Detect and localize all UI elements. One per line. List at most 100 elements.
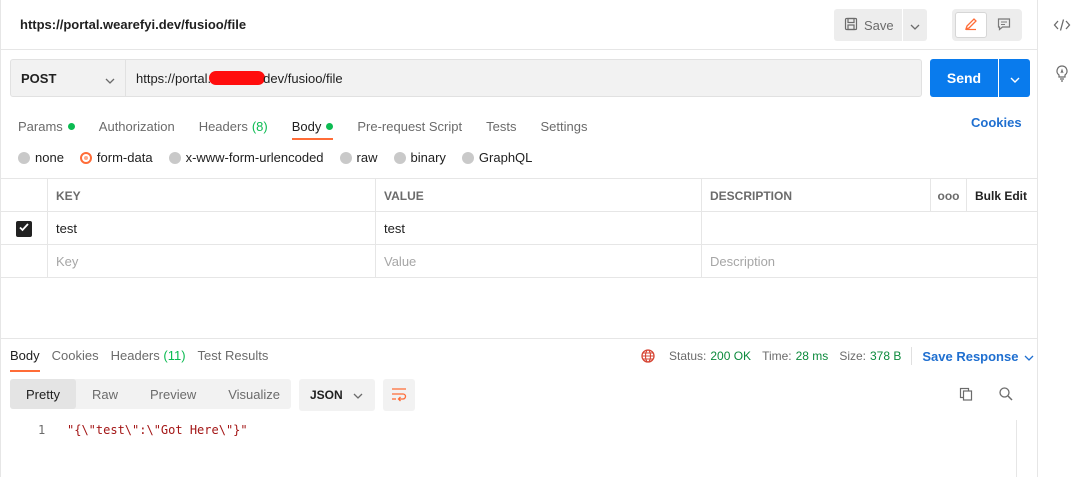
table-header-row: KEY VALUE DESCRIPTION ooo Bulk Edit <box>1 179 1037 212</box>
status-label: Status: <box>669 349 707 363</box>
radio-circle <box>393 151 406 164</box>
method-label: POST <box>21 70 57 86</box>
format-select[interactable]: JSON <box>299 379 375 411</box>
divider <box>911 347 913 365</box>
tab-settings[interactable]: Settings <box>540 114 587 138</box>
row-checkbox-cell <box>1 212 47 245</box>
response-tab-body[interactable]: Body <box>10 348 40 372</box>
column-header-description: DESCRIPTION <box>701 179 930 212</box>
response-tab-test-results[interactable]: Test Results <box>198 348 269 363</box>
response-tab-cookies[interactable]: Cookies <box>52 348 99 363</box>
radio-circle <box>461 151 474 164</box>
save-button[interactable]: Save <box>834 9 902 41</box>
copy-icon <box>958 386 974 405</box>
chevron-down-icon <box>353 388 363 402</box>
radio-label: raw <box>356 150 378 165</box>
description-cell[interactable] <box>701 212 1037 245</box>
comments-mode-button[interactable] <box>989 12 1019 38</box>
save-icon <box>844 17 858 34</box>
status-dot <box>67 122 75 130</box>
form-data-table: KEY VALUE DESCRIPTION ooo Bulk Edit test… <box>1 178 1037 278</box>
table-row-empty: Key Value Description <box>1 245 1037 278</box>
tab-prerequest-label: Pre-request Script <box>357 118 463 134</box>
tab-settings-label: Settings <box>540 118 588 134</box>
chevron-down-icon <box>1010 71 1020 86</box>
right-sidebar <box>1037 0 1085 477</box>
url-suffix: dev/fusioo/file <box>263 70 343 86</box>
wrap-lines-button[interactable] <box>383 379 415 411</box>
globe-icon[interactable] <box>640 348 656 364</box>
status-value: 200 OK <box>710 349 752 363</box>
row-checkbox[interactable] <box>16 220 32 237</box>
save-options-button[interactable] <box>903 9 927 41</box>
copy-button[interactable] <box>956 385 976 405</box>
time-value: 28 ms <box>795 349 829 363</box>
tab-authorization[interactable]: Authorization <box>99 114 175 138</box>
edit-mode-button[interactable] <box>955 12 987 38</box>
save-label: Save <box>864 17 894 33</box>
value-input[interactable]: Value <box>375 245 701 278</box>
method-select[interactable]: POST <box>10 59 126 97</box>
row-checkbox-cell <box>1 245 47 278</box>
radio-binary[interactable]: binary <box>393 150 446 165</box>
response-view-tabs: Pretty Raw Preview Visualize <box>10 379 291 409</box>
radio-graphql[interactable]: GraphQL <box>461 150 532 165</box>
response-tab-headers-label: Headers <box>110 348 160 363</box>
editor-scrollbar[interactable] <box>1016 420 1037 477</box>
send-options-button[interactable] <box>999 59 1030 97</box>
tab-tests[interactable]: Tests <box>486 114 516 138</box>
request-title[interactable]: https://portal.wearefyi.dev/fusioo/file <box>20 17 246 32</box>
tab-headers-label: Headers <box>198 118 248 134</box>
lightbulb-icon[interactable] <box>1052 63 1072 83</box>
search-icon <box>998 386 1014 405</box>
time-text: Time: 28 ms <box>762 349 828 363</box>
response-body-editor[interactable]: 1 "{\"test\":\"Got Here\"}" <box>1 420 1037 477</box>
key-input[interactable]: Key <box>47 245 375 278</box>
radio-raw[interactable]: raw <box>339 150 378 165</box>
response-tab-headers[interactable]: Headers (11) <box>111 348 186 363</box>
status-text: Status: 200 OK <box>669 349 751 363</box>
radio-urlencoded[interactable]: x-www-form-urlencoded <box>168 150 324 165</box>
description-input[interactable]: Description <box>701 245 1037 278</box>
tab-params-label: Params <box>18 118 63 134</box>
chevron-down-icon <box>910 18 920 33</box>
key-cell[interactable]: test <box>47 212 375 245</box>
tab-params[interactable]: Params <box>18 114 75 138</box>
response-tabs: Body Cookies Headers (11) Test Results <box>10 348 280 372</box>
view-visualize[interactable]: Visualize <box>212 379 296 409</box>
request-tabs: Params Authorization Headers (8) Body Pr… <box>18 114 611 140</box>
chevron-down-icon <box>1024 349 1034 364</box>
line-number: 1 <box>38 423 46 437</box>
view-pretty[interactable]: Pretty <box>10 379 76 409</box>
radio-circle <box>18 151 30 164</box>
tab-tests-label: Tests <box>486 118 517 134</box>
more-options-button[interactable]: ooo <box>930 179 966 212</box>
cookies-link[interactable]: Cookies <box>971 115 1022 130</box>
url-input[interactable]: https://portal. dev/fusioo/file <box>126 59 922 97</box>
bulk-edit-button[interactable]: Bulk Edit <box>966 179 1037 212</box>
wrap-lines-icon <box>390 386 408 405</box>
radio-label: none <box>35 150 64 165</box>
tab-prerequest-script[interactable]: Pre-request Script <box>357 114 462 138</box>
save-response-button[interactable]: Save Response <box>922 349 1034 364</box>
view-preview[interactable]: Preview <box>134 379 212 409</box>
request-workspace: https://portal.wearefyi.dev/fusioo/file … <box>0 0 1037 477</box>
value-cell[interactable]: test <box>375 212 701 245</box>
send-button[interactable]: Send <box>930 59 998 97</box>
column-header-value: VALUE <box>375 179 701 212</box>
radio-none[interactable]: none <box>18 150 64 165</box>
tab-body[interactable]: Body <box>291 114 334 140</box>
size-text: Size: 378 B <box>839 349 901 363</box>
size-value: 378 B <box>870 349 902 363</box>
radio-form-data[interactable]: form-data <box>79 150 153 165</box>
radio-label: binary <box>410 150 446 165</box>
radio-circle <box>339 151 352 164</box>
tab-authorization-label: Authorization <box>98 118 175 134</box>
radio-circle <box>168 151 181 164</box>
table-row: test test <box>1 212 1037 245</box>
view-raw[interactable]: Raw <box>76 379 134 409</box>
code-icon[interactable] <box>1052 15 1072 35</box>
radio-circle-selected <box>79 151 92 164</box>
tab-headers[interactable]: Headers (8) <box>199 114 268 138</box>
search-button[interactable] <box>996 385 1016 405</box>
